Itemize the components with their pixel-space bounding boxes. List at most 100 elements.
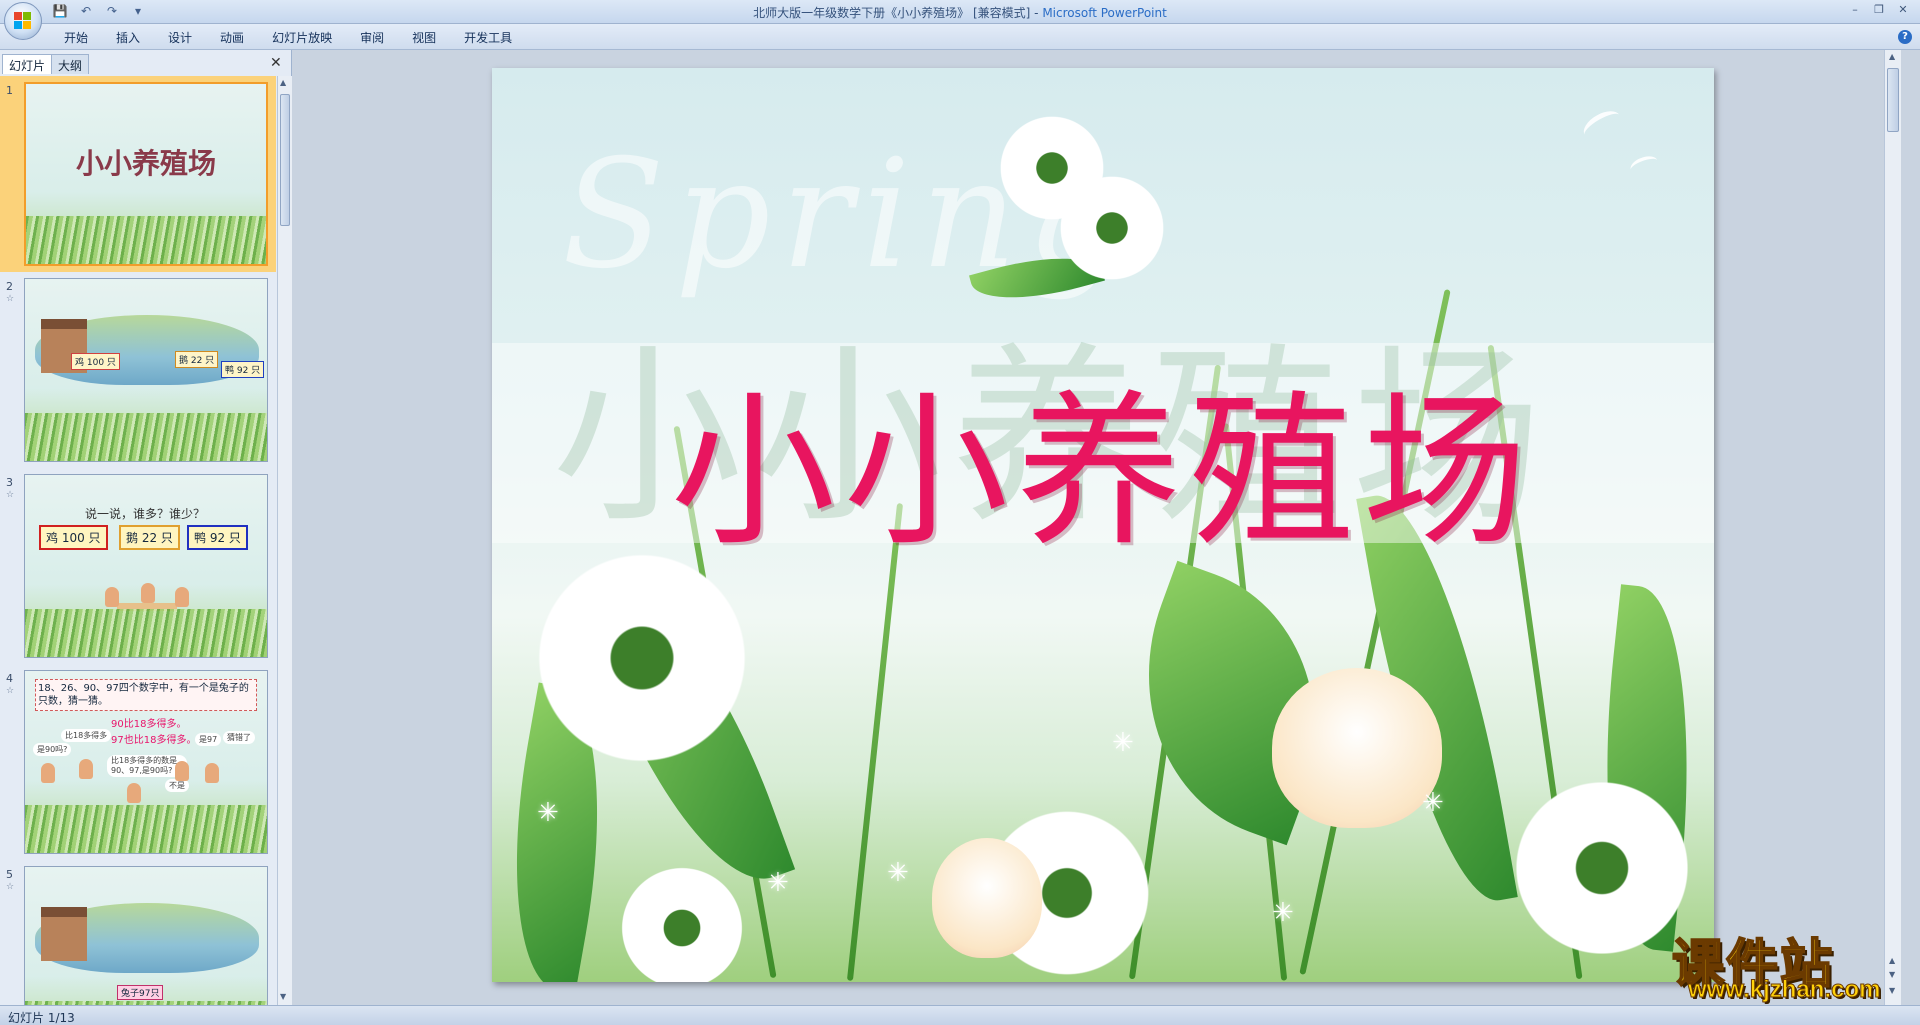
thumbnail-list: 1 小小养殖场 2 ☆ 鸡 100 只 鹅 22 只 鸭 92 只 3 ☆ 说一… (0, 76, 276, 1005)
office-logo-icon (14, 12, 32, 30)
status-bar: 幻灯片 1/13 (0, 1005, 1920, 1025)
title-bar: 💾 ↶ ↷ ▾ 北师大版一年级数学下册《小小养殖场》 [兼容模式] - Micr… (0, 0, 1920, 24)
help-icon[interactable]: ? (1898, 30, 1912, 44)
close-icon[interactable]: ✕ (1892, 2, 1914, 18)
thumbnail-label: 鹅 22 只 (119, 525, 180, 550)
window-controls: – ❐ ✕ (1844, 2, 1914, 18)
thumbnail-title: 小小养殖场 (75, 147, 216, 180)
thumbnail-label: 鸡 100 只 (39, 525, 108, 550)
ribbon-tabs: 开始 插入 设计 动画 幻灯片放映 审阅 视图 开发工具 (50, 29, 526, 46)
speech-bubble: 是97 (195, 733, 222, 746)
minimize-icon[interactable]: – (1844, 2, 1866, 18)
bird-decoration (1579, 105, 1625, 145)
kid-illustration (105, 587, 119, 607)
slides-pane: 幻灯片 大纲 ✕ 1 小小养殖场 2 ☆ 鸡 100 只 鹅 22 只 鸭 92… (0, 50, 292, 1005)
sparkle-decoration: ✳ (767, 868, 789, 898)
thumbnail-label: 鹅 22 只 (175, 351, 219, 368)
slide-thumbnail[interactable]: 说一说，谁多？谁少？ 鸡 100 只 鹅 22 只 鸭 92 只 (24, 474, 268, 658)
tab-design[interactable]: 设计 (154, 29, 206, 46)
scroll-thumb[interactable] (1887, 68, 1899, 132)
thumbnail-row[interactable]: 4 ☆ 18、26、90、97四个数字中，有一个是兔子的只数，猜一猜。 90比1… (0, 664, 276, 860)
speech-bubble: 比18多得多 (61, 729, 112, 742)
tab-view[interactable]: 视图 (398, 29, 450, 46)
slide-thumbnail[interactable]: 鸡 100 只 鹅 22 只 鸭 92 只 (24, 278, 268, 462)
kid-illustration (127, 783, 141, 803)
slide-title[interactable]: 小小养殖场 (492, 338, 1714, 577)
speech-bubble: 猜错了 (223, 731, 255, 744)
slide-thumbnail[interactable]: 小小养殖场 (24, 82, 268, 266)
kid-illustration (175, 587, 189, 607)
grass-decoration (26, 216, 266, 264)
daisy-decoration (1052, 168, 1172, 288)
slide-number: 3 (6, 476, 13, 489)
animation-star-icon: ☆ (6, 882, 15, 892)
thumbnail-label: 鸭 92 只 (187, 525, 248, 550)
hut-illustration (41, 907, 87, 961)
thumbnail-title: 说一说，谁多？谁少？ (85, 507, 206, 521)
slide-number: 4 (6, 672, 13, 685)
lily-decoration (932, 838, 1042, 958)
animation-star-icon: ☆ (6, 294, 15, 304)
tab-review[interactable]: 审阅 (346, 29, 398, 46)
kid-illustration (205, 763, 219, 783)
editor-scrollbar[interactable]: ▲ ▲ ▼ ▼ (1884, 50, 1901, 1005)
thumbnail-note: 18、26、90、97四个数字中，有一个是兔子的只数，猜一猜。 (35, 679, 257, 711)
restore-icon[interactable]: ❐ (1868, 2, 1890, 18)
animation-star-icon: ☆ (6, 490, 15, 500)
animation-star-icon: ☆ (6, 686, 15, 696)
thumbnail-label: 鸡 100 只 (71, 353, 120, 370)
thumbnail-caption: 兔子97只 (117, 985, 164, 1000)
thumbnail-scrollbar[interactable]: ▲ ▼ (277, 76, 292, 1005)
thumbnail-row[interactable]: 1 小小养殖场 (0, 76, 276, 272)
thumbnail-row[interactable]: 5 ☆ 兔子97只 (0, 860, 276, 1005)
sparkle-decoration: ✳ (887, 858, 909, 888)
slide-editor: Spring ✳ ✳ ✳ ✳ ✳ ✳ ✳ 小小养殖场 小小养殖场 ▲ ▲ ▼ ▼ (296, 50, 1901, 1005)
tab-animations[interactable]: 动画 (206, 29, 258, 46)
slide-thumbnail[interactable]: 18、26、90、97四个数字中，有一个是兔子的只数，猜一猜。 90比18多得多… (24, 670, 268, 854)
office-button[interactable] (4, 2, 42, 40)
sparkle-decoration: ✳ (537, 798, 559, 828)
brand-url: www.kjzhan.com (1687, 976, 1881, 1004)
sparkle-decoration: ✳ (1652, 888, 1674, 918)
lily-decoration (1272, 668, 1442, 828)
slide-thumbnail[interactable]: 兔子97只 (24, 866, 268, 1005)
thumbnail-label: 鸭 92 只 (221, 361, 265, 378)
close-pane-icon[interactable]: ✕ (270, 55, 282, 71)
scroll-up-icon[interactable]: ▲ (280, 78, 286, 87)
grass-decoration (25, 609, 267, 657)
scroll-up-icon[interactable]: ▲ (1889, 52, 1895, 61)
thumbnail-row[interactable]: 2 ☆ 鸡 100 只 鹅 22 只 鸭 92 只 (0, 272, 276, 468)
kid-illustration (79, 759, 93, 779)
tab-outline[interactable]: 大纲 (51, 54, 90, 74)
brand-watermark-logo: 课件站 www.kjzhan.com (1671, 922, 1902, 1004)
current-slide[interactable]: Spring ✳ ✳ ✳ ✳ ✳ ✳ ✳ 小小养殖场 小小养殖场 (492, 68, 1714, 982)
scroll-thumb[interactable] (280, 94, 290, 226)
kid-illustration (141, 583, 155, 603)
tab-slideshow[interactable]: 幻灯片放映 (258, 29, 346, 46)
window-title: 北师大版一年级数学下册《小小养殖场》 [兼容模式] - Microsoft Po… (753, 6, 1167, 20)
thumbnail-row[interactable]: 3 ☆ 说一说，谁多？谁少？ 鸡 100 只 鹅 22 只 鸭 92 只 (0, 468, 276, 664)
kid-illustration (41, 763, 55, 783)
tab-developer[interactable]: 开发工具 (450, 29, 526, 46)
scroll-down-icon[interactable]: ▼ (280, 992, 286, 1001)
slide-number: 5 (6, 868, 13, 881)
slide-number: 1 (6, 84, 13, 97)
grass-decoration (25, 413, 267, 461)
slide-number: 2 (6, 280, 13, 293)
sparkle-decoration: ✳ (1112, 728, 1134, 758)
tab-home[interactable]: 开始 (50, 29, 102, 46)
grass-decoration (25, 805, 267, 853)
slide-counter: 幻灯片 1/13 (8, 1011, 75, 1025)
thumbnail-text: 97也比18多得多。 (111, 735, 197, 746)
bird-decoration (1628, 152, 1660, 178)
sparkle-decoration: ✳ (1272, 898, 1294, 928)
kid-illustration (175, 761, 189, 781)
sparkle-decoration: ✳ (1422, 788, 1444, 818)
pane-tabs: 幻灯片 大纲 (2, 54, 90, 74)
thumbnail-text: 90比18多得多。 (111, 719, 187, 730)
speech-bubble: 是90吗? (33, 743, 72, 756)
daisy-decoration (612, 858, 752, 982)
tab-insert[interactable]: 插入 (102, 29, 154, 46)
tab-slides[interactable]: 幻灯片 (2, 54, 53, 74)
ribbon: 开始 插入 设计 动画 幻灯片放映 审阅 视图 开发工具 ? (0, 24, 1920, 50)
